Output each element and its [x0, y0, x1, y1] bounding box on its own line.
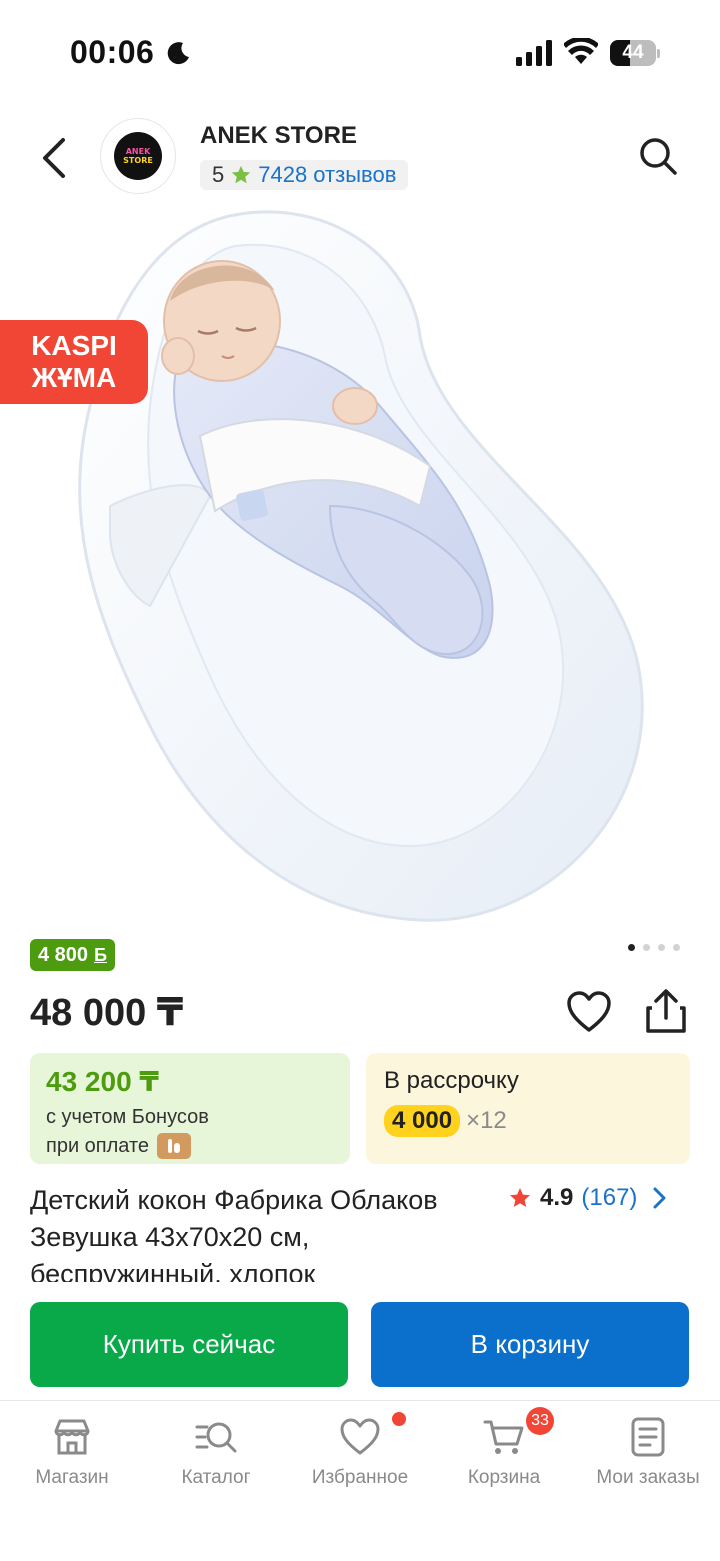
favorites-notification-dot	[392, 1412, 406, 1426]
cellular-signal-icon	[516, 40, 552, 66]
tab-label: Избранное	[311, 1467, 409, 1488]
kaspi-badge-line-2: ЖҰМА	[31, 362, 117, 393]
product-review-count: (167)	[581, 1184, 638, 1211]
installment-label: В рассрочку	[384, 1067, 519, 1094]
tab-store[interactable]: Магазин	[0, 1415, 144, 1489]
kaspi-juma-badge: KASPI ЖҰМА	[0, 320, 148, 404]
buy-now-button[interactable]: Купить сейчас	[30, 1302, 348, 1387]
orders-icon	[631, 1417, 665, 1457]
tab-catalog[interactable]: Каталог	[144, 1415, 288, 1489]
share-button[interactable]	[644, 988, 688, 1034]
favorite-button[interactable]	[566, 990, 612, 1034]
battery-indicator: 44	[610, 40, 660, 66]
logo-line-2: STORE	[123, 156, 153, 165]
product-title: Детский кокон Фабрика Облаков Зевушка 43…	[30, 1185, 438, 1282]
bonus-price-card[interactable]: 43 200 ₸ с учетом Бонусов при оплате	[30, 1053, 350, 1164]
status-bar: 00:06 44	[0, 0, 720, 100]
bonus-payment-note: при оплате	[46, 1134, 150, 1157]
product-rating-value: 4.9	[540, 1184, 574, 1211]
bonus-note: с учетом Бонусов	[46, 1106, 209, 1128]
status-time: 00:06	[70, 34, 155, 70]
catalog-search-icon	[195, 1422, 237, 1453]
battery-level-text: 44	[622, 42, 644, 63]
chevron-right-icon	[653, 1187, 666, 1209]
search-button[interactable]	[636, 134, 680, 178]
tab-cart[interactable]: Корзина	[432, 1415, 576, 1489]
bonus-badge-amount: 4 800	[38, 943, 89, 966]
cart-icon	[483, 1420, 524, 1454]
tab-my-orders[interactable]: Мои заказы	[576, 1415, 720, 1489]
logo-line-1: ANEK	[125, 147, 151, 156]
tab-label: Корзина	[467, 1467, 541, 1488]
carousel-dot[interactable]	[628, 944, 635, 951]
heart-icon	[567, 991, 611, 1032]
product-price: 48 000 ₸	[30, 992, 184, 1034]
back-button[interactable]	[34, 132, 74, 184]
moon-icon	[167, 42, 189, 65]
carousel-dot[interactable]	[658, 944, 665, 951]
bonus-badge: 4 800 Б	[30, 939, 115, 971]
kaspi-gold-icon	[157, 1133, 192, 1159]
store-name[interactable]: ANEK STORE	[200, 122, 357, 150]
bonus-badge-currency: Б	[94, 944, 107, 965]
store-reviews-link[interactable]: 7428 отзывов	[258, 162, 396, 188]
installment-multiplier: ×12	[466, 1107, 507, 1134]
tab-label: Магазин	[35, 1467, 109, 1488]
tab-label: Мои заказы	[596, 1467, 700, 1488]
bonus-price: 43 200 ₸	[46, 1066, 159, 1097]
heart-icon	[340, 1418, 380, 1455]
kaspi-badge-line-1: KASPI	[31, 330, 117, 361]
store-logo[interactable]: ANEK STORE	[100, 118, 176, 194]
cart-count-badge: 33	[526, 1407, 554, 1435]
installment-amount: 4 000	[384, 1105, 461, 1137]
wifi-icon	[564, 38, 598, 64]
baby-cocoon-illustration	[78, 210, 644, 922]
store-header: ANEK STORE ANEK STORE 5 7428 отзывов	[0, 110, 720, 206]
star-icon	[232, 165, 251, 184]
store-rating-value: 5	[212, 162, 225, 187]
star-icon	[510, 1188, 530, 1207]
add-to-cart-button[interactable]: В корзину	[371, 1302, 689, 1387]
share-icon	[646, 989, 686, 1033]
chevron-left-icon	[43, 138, 65, 178]
bottom-tab-bar: Магазин Каталог Избранное Корзина Мои за…	[0, 1400, 720, 1561]
product-rating[interactable]: 4.9 (167)	[508, 1184, 667, 1212]
store-icon	[54, 1419, 90, 1455]
store-rating[interactable]: 5 7428 отзывов	[200, 160, 409, 190]
carousel-dot[interactable]	[643, 944, 650, 951]
carousel-dot[interactable]	[673, 944, 680, 951]
carousel-dots[interactable]	[628, 944, 680, 951]
product-image[interactable]	[0, 206, 720, 930]
tab-label: Каталог	[181, 1467, 251, 1488]
search-icon	[640, 138, 677, 175]
tab-favorites[interactable]: Избранное	[288, 1415, 432, 1489]
installment-card[interactable]: В рассрочку 4 000 ×12	[366, 1053, 690, 1164]
